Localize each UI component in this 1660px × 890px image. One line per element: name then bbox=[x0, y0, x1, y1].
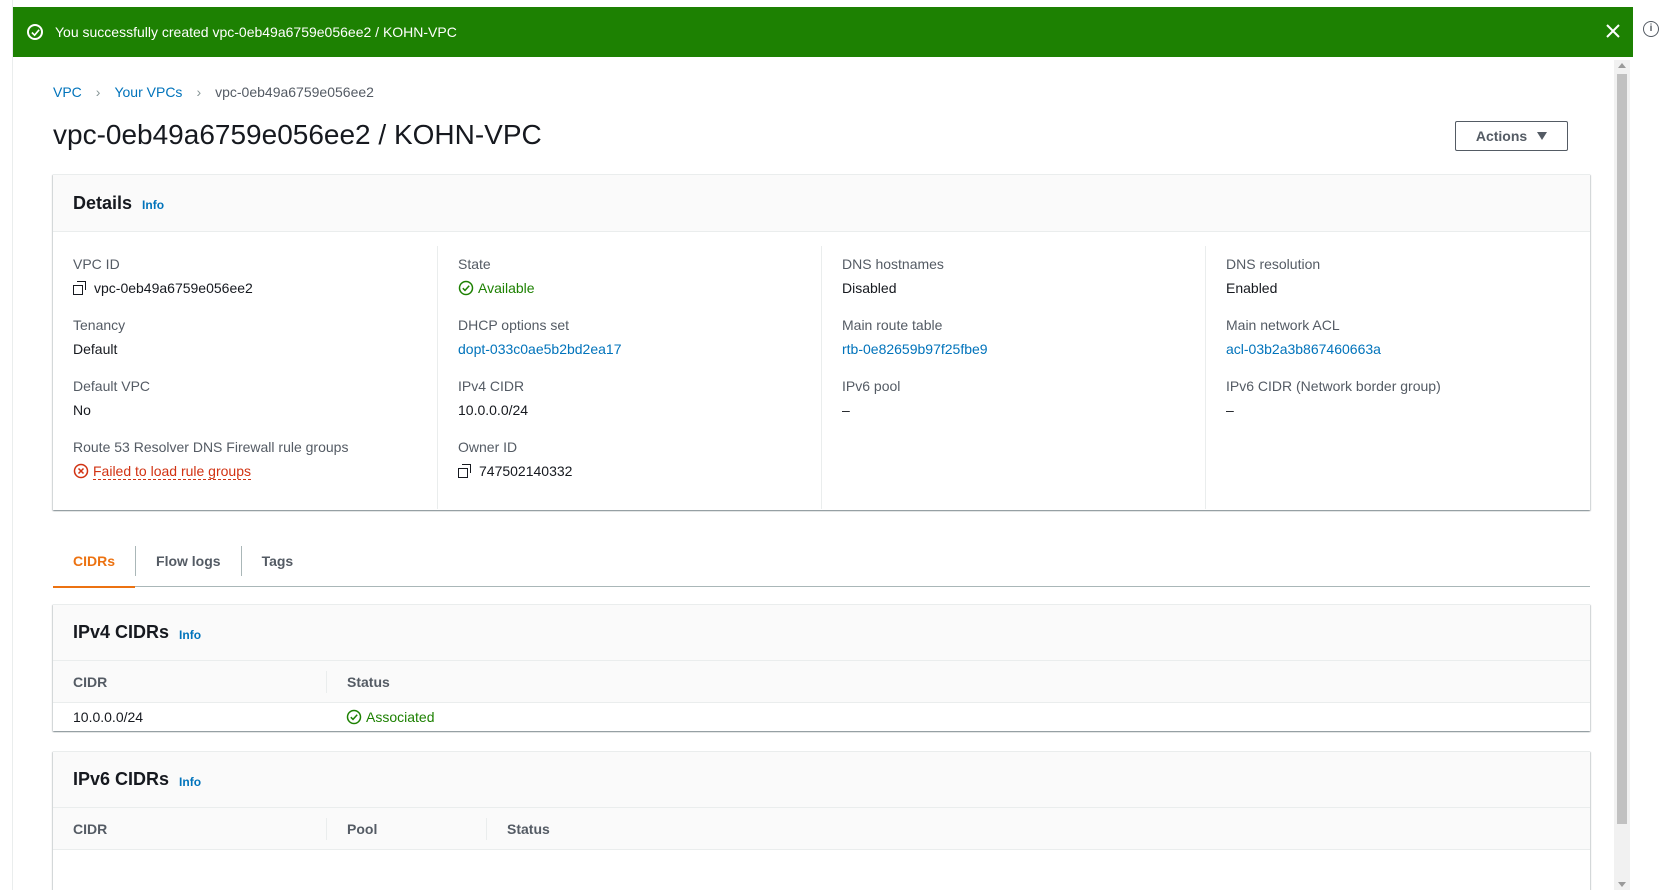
table-header: CIDR Status bbox=[53, 661, 1590, 703]
table-row[interactable]: 10.0.0.0/24 Associated bbox=[53, 703, 1590, 731]
ipv6-cidr-label: IPv6 CIDR (Network border group) bbox=[1226, 378, 1441, 394]
dns-hostnames-value: Disabled bbox=[842, 280, 897, 296]
ipv4-cidrs-panel: IPv4 CIDRs Info CIDR Status 10.0.0.0/24 … bbox=[53, 604, 1590, 731]
tab-tags[interactable]: Tags bbox=[240, 545, 314, 576]
column-header-cidr[interactable]: CIDR bbox=[53, 818, 326, 840]
ipv4-cidrs-title: IPv4 CIDRs bbox=[73, 622, 170, 642]
copy-icon[interactable] bbox=[458, 464, 472, 478]
chevron-right-icon: › bbox=[95, 84, 101, 100]
ipv6-pool-value: – bbox=[842, 402, 850, 418]
main-network-acl-link[interactable]: acl-03b2a3b867460663a bbox=[1226, 341, 1381, 357]
ipv4-cidrs-info-link[interactable]: Info bbox=[179, 628, 201, 642]
copy-icon[interactable] bbox=[73, 281, 87, 295]
ipv4-cidr-label: IPv4 CIDR bbox=[458, 378, 525, 394]
state-value: Available bbox=[478, 280, 535, 296]
route53-label: Route 53 Resolver DNS Firewall rule grou… bbox=[73, 439, 349, 455]
main-network-acl-label: Main network ACL bbox=[1226, 317, 1340, 333]
ipv6-cidrs-title: IPv6 CIDRs bbox=[73, 769, 170, 789]
success-check-icon bbox=[346, 709, 362, 725]
caret-down-icon bbox=[1537, 132, 1548, 140]
page-title: vpc-0eb49a6759e056ee2 / KOHN-VPC bbox=[53, 119, 542, 150]
default-vpc-value: No bbox=[73, 402, 91, 418]
cidr-cell: 10.0.0.0/24 bbox=[73, 709, 144, 725]
dhcp-label: DHCP options set bbox=[458, 317, 570, 333]
route53-error-link[interactable]: Failed to load rule groups bbox=[93, 463, 251, 480]
column-header-pool[interactable]: Pool bbox=[326, 817, 486, 840]
details-header: Details Info bbox=[53, 175, 1590, 232]
flash-message: You successfully created vpc-0eb49a6759e… bbox=[55, 24, 457, 40]
dhcp-link[interactable]: dopt-033c0ae5b2bd2ea17 bbox=[458, 341, 622, 357]
details-title: Details bbox=[73, 192, 133, 213]
tenancy-value: Default bbox=[73, 341, 118, 357]
right-edge: i bbox=[1633, 0, 1660, 890]
success-check-icon bbox=[458, 280, 474, 296]
status-cell: Associated bbox=[326, 709, 454, 725]
ipv6-pool-label: IPv6 pool bbox=[842, 378, 901, 394]
column-header-status[interactable]: Status bbox=[326, 670, 410, 693]
dns-hostnames-label: DNS hostnames bbox=[842, 256, 944, 272]
error-x-icon bbox=[73, 463, 89, 479]
chevron-right-icon: › bbox=[196, 84, 202, 100]
scrollbar-thumb[interactable] bbox=[1617, 74, 1627, 824]
table-header: CIDR Pool Status bbox=[53, 808, 1590, 850]
ipv6-cidrs-panel: IPv6 CIDRs Info CIDR Pool Status bbox=[53, 751, 1590, 890]
left-edge bbox=[0, 0, 13, 890]
breadcrumb-current: vpc-0eb49a6759e056ee2 bbox=[215, 84, 374, 100]
ipv4-cidr-value: 10.0.0.0/24 bbox=[458, 402, 529, 418]
tab-bar: CIDRs Flow logs Tags bbox=[53, 535, 1590, 588]
status-associated: Associated bbox=[366, 709, 435, 725]
ipv6-cidrs-header: IPv6 CIDRs Info bbox=[53, 752, 1590, 808]
main-route-table-label: Main route table bbox=[842, 317, 943, 333]
state-label: State bbox=[458, 256, 491, 272]
main-route-table-link[interactable]: rtb-0e82659b97f25fbe9 bbox=[842, 341, 988, 357]
details-info-link[interactable]: Info bbox=[142, 198, 164, 212]
vpc-id-label: VPC ID bbox=[73, 256, 120, 272]
dns-resolution-label: DNS resolution bbox=[1226, 256, 1321, 272]
breadcrumb: VPC › Your VPCs › vpc-0eb49a6759e056ee2 bbox=[53, 84, 374, 100]
scroll-down-arrow-icon[interactable] bbox=[1618, 882, 1626, 887]
details-column-1: VPC ID vpc-0eb49a6759e056ee2 Tenancy Def… bbox=[53, 246, 437, 509]
details-panel: Details Info VPC ID vpc-0eb49a6759e056ee… bbox=[53, 174, 1590, 510]
column-header-cidr[interactable]: CIDR bbox=[53, 671, 326, 693]
ipv6-cidrs-info-link[interactable]: Info bbox=[179, 775, 201, 789]
tab-flow-logs[interactable]: Flow logs bbox=[135, 545, 241, 576]
dns-resolution-value: Enabled bbox=[1226, 280, 1278, 296]
vpc-id-value: vpc-0eb49a6759e056ee2 bbox=[94, 280, 253, 296]
close-icon[interactable] bbox=[1603, 21, 1623, 41]
actions-label: Actions bbox=[1475, 128, 1528, 144]
breadcrumb-your-vpcs[interactable]: Your VPCs bbox=[114, 84, 182, 100]
details-column-4: DNS resolution Enabled Main network ACL … bbox=[1205, 246, 1589, 509]
owner-id-value: 747502140332 bbox=[479, 463, 573, 479]
default-vpc-label: Default VPC bbox=[73, 378, 151, 394]
ipv6-cidrs-table: CIDR Pool Status bbox=[53, 808, 1590, 850]
owner-id-label: Owner ID bbox=[458, 439, 518, 455]
info-circle-icon[interactable]: i bbox=[1643, 21, 1659, 37]
main-content: VPC › Your VPCs › vpc-0eb49a6759e056ee2 … bbox=[13, 57, 1614, 890]
scroll-up-arrow-icon[interactable] bbox=[1618, 63, 1626, 68]
ipv6-cidr-value: – bbox=[1226, 402, 1234, 418]
details-column-3: DNS hostnames Disabled Main route table … bbox=[821, 246, 1205, 509]
vertical-scrollbar[interactable] bbox=[1614, 60, 1630, 890]
success-check-icon bbox=[27, 24, 43, 40]
column-header-status[interactable]: Status bbox=[486, 817, 570, 840]
ipv4-cidrs-table: CIDR Status 10.0.0.0/24 Associated bbox=[53, 661, 1590, 731]
breadcrumb-vpc[interactable]: VPC bbox=[53, 84, 82, 100]
actions-button[interactable]: Actions bbox=[1455, 121, 1568, 151]
success-flash-banner: You successfully created vpc-0eb49a6759e… bbox=[13, 7, 1637, 57]
tenancy-label: Tenancy bbox=[73, 317, 126, 333]
ipv4-cidrs-header: IPv4 CIDRs Info bbox=[53, 605, 1590, 661]
tab-cidrs[interactable]: CIDRs bbox=[53, 535, 136, 588]
details-column-2: State Available DHCP options set dopt-03… bbox=[437, 246, 821, 509]
